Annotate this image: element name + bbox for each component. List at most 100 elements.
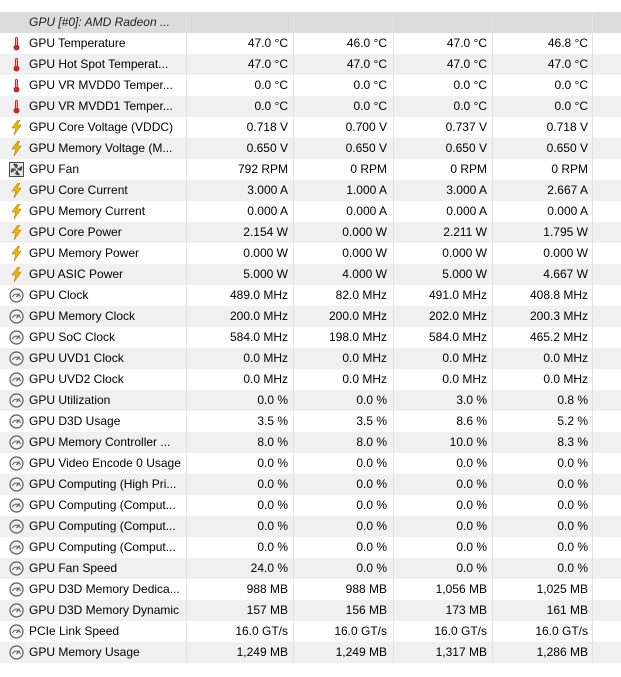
minimum-value: 0.0 °C — [353, 78, 387, 92]
sensor-row[interactable]: GPU Core Power 2.154 W 0.000 W 2.211 W 1.795… — [0, 222, 621, 243]
sensor-row[interactable]: GPU Core Current 3.000 A 1.000 A 3.000 A 2.6… — [0, 180, 621, 201]
average-value: 0.718 V — [546, 120, 588, 134]
minimum-value: 47.0 °C — [346, 57, 387, 71]
thermometer-icon — [9, 57, 24, 72]
column-separator — [186, 12, 187, 663]
sensor-row[interactable]: GPU Memory Clock 200.0 MHz 200.0 MHz 202.0 … — [0, 306, 621, 327]
minimum-value: 0.0 % — [356, 456, 387, 470]
current-value: 0.0 °C — [254, 99, 288, 113]
average-value: 0.0 % — [557, 561, 588, 575]
sensor-label: GPU D3D Memory Dynamic — [29, 603, 180, 617]
thermometer-icon — [9, 78, 24, 93]
sensor-row[interactable]: GPU Memory Controller ... 8.0 % 8.0 % 10.0 … — [0, 432, 621, 453]
fan-icon — [9, 162, 24, 177]
group-header-row[interactable]: GPU [#0]: AMD Radeon ... — [0, 12, 621, 33]
maximum-value: 3.000 A — [446, 183, 487, 197]
maximum-value: 0.0 % — [456, 540, 487, 554]
maximum-value: 0.0 % — [456, 498, 487, 512]
sensor-row[interactable]: GPU Memory Power 0.000 W 0.000 W 0.000 W 0.0… — [0, 243, 621, 264]
sensor-label: GPU Hot Spot Temperat... — [29, 57, 169, 71]
sensor-row[interactable]: GPU Computing (Comput... 0.0 % 0.0 % 0.0 % 0… — [0, 495, 621, 516]
minimum-value: 988 MB — [345, 582, 387, 596]
sensor-row[interactable]: GPU D3D Memory Dynamic 157 MB 156 MB 173 MB… — [0, 600, 621, 621]
sensor-row[interactable]: GPU D3D Usage 3.5 % 3.5 % 8.6 % 5.2 % — [0, 411, 621, 432]
minimum-value: 0.0 % — [356, 561, 387, 575]
sensor-row[interactable]: GPU UVD1 Clock 0.0 MHz 0.0 MHz 0.0 MHz 0.0 M… — [0, 348, 621, 369]
minimum-value: 16.0 GT/s — [334, 624, 387, 638]
sensor-row[interactable]: GPU D3D Memory Dedica... 988 MB 988 MB 1,05… — [0, 579, 621, 600]
gauge-icon — [9, 477, 24, 492]
sensor-row[interactable]: GPU Computing (Comput... 0.0 % 0.0 % 0.0 % 0… — [0, 537, 621, 558]
current-value: 0.0 % — [257, 477, 288, 491]
sensor-row[interactable]: GPU Computing (Comput... 0.0 % 0.0 % 0.0 % 0… — [0, 516, 621, 537]
maximum-value: 584.0 MHz — [428, 330, 487, 344]
average-value: 0.0 °C — [554, 78, 588, 92]
minimum-value: 3.5 % — [356, 414, 387, 428]
maximum-value: 0.0 % — [456, 519, 487, 533]
sensor-label: GPU Computing (Comput... — [29, 519, 176, 533]
sensor-row[interactable]: GPU Utilization 0.0 % 0.0 % 3.0 % 0.8 % — [0, 390, 621, 411]
sensor-row[interactable]: GPU Hot Spot Temperat... 47.0 °C 47.0 °C 47… — [0, 54, 621, 75]
average-value: 161 MB — [546, 603, 588, 617]
gauge-icon — [9, 414, 24, 429]
sensor-row[interactable]: PCIe Link Speed 16.0 GT/s 16.0 GT/s 16.0 GT… — [0, 621, 621, 642]
sensor-row[interactable]: GPU Temperature 47.0 °C 46.0 °C 47.0 °C 46.8… — [0, 33, 621, 54]
column-separator — [393, 12, 394, 663]
lightning-icon — [9, 204, 24, 219]
sensor-row[interactable]: GPU UVD2 Clock 0.0 MHz 0.0 MHz 0.0 MHz 0.0 M… — [0, 369, 621, 390]
lightning-icon — [9, 183, 24, 198]
minimum-value: 1.000 A — [346, 183, 387, 197]
sensor-row[interactable]: GPU Video Encode 0 Usage 0.0 % 0.0 % 0.0 % 0… — [0, 453, 621, 474]
average-value: 0.0 % — [557, 456, 588, 470]
minimum-value: 0.0 % — [356, 498, 387, 512]
gauge-icon — [9, 288, 24, 303]
current-value: 0.000 W — [243, 246, 288, 260]
minimum-value: 0.0 MHz — [342, 372, 387, 386]
lightning-icon — [9, 246, 24, 261]
sensor-row[interactable]: GPU Memory Voltage (M... 0.650 V 0.650 V 0.… — [0, 138, 621, 159]
column-separator — [492, 12, 493, 663]
current-value: 8.0 % — [257, 435, 288, 449]
average-value: 0.0 MHz — [543, 372, 588, 386]
gauge-icon — [9, 435, 24, 450]
sensor-label: GPU Video Encode 0 Usage — [29, 456, 181, 470]
average-value: 0.0 % — [557, 498, 588, 512]
gauge-icon — [9, 519, 24, 534]
current-value: 0.0 % — [257, 456, 288, 470]
sensor-row[interactable]: GPU Memory Current 0.000 A 0.000 A 0.000 A 0… — [0, 201, 621, 222]
sensor-label: GPU ASIC Power — [29, 267, 124, 281]
sensor-row[interactable]: GPU Clock 489.0 MHz 82.0 MHz 491.0 MHz 408.8… — [0, 285, 621, 306]
maximum-value: 0.0 °C — [453, 78, 487, 92]
sensor-label: GPU Core Current — [29, 183, 128, 197]
sensor-row[interactable]: GPU ASIC Power 5.000 W 4.000 W 5.000 W 4.667… — [0, 264, 621, 285]
sensor-row[interactable]: GPU Fan 792 RPM 0 RPM 0 RPM 0 RPM — [0, 159, 621, 180]
sensor-label: GPU Fan Speed — [29, 561, 118, 575]
minimum-value: 0.0 % — [356, 393, 387, 407]
current-value: 5.000 W — [243, 267, 288, 281]
sensor-row[interactable]: GPU Computing (High Pri... 0.0 % 0.0 % 0.0 … — [0, 474, 621, 495]
sensor-label: GPU Fan — [29, 162, 80, 176]
current-value: 200.0 MHz — [229, 309, 288, 323]
sensor-row[interactable]: GPU VR MVDD1 Temper... 0.0 °C 0.0 °C 0.0 °C… — [0, 96, 621, 117]
average-value: 8.3 % — [557, 435, 588, 449]
sensor-row[interactable]: GPU VR MVDD0 Temper... 0.0 °C 0.0 °C 0.0 °C… — [0, 75, 621, 96]
sensor-row[interactable]: GPU SoC Clock 584.0 MHz 198.0 MHz 584.0 MHz… — [0, 327, 621, 348]
sensor-row[interactable]: GPU Fan Speed 24.0 % 0.0 % 0.0 % 0.0 % — [0, 558, 621, 579]
maximum-value: 0.000 A — [446, 204, 487, 218]
current-value: 1,249 MB — [236, 645, 288, 659]
average-value: 0.0 % — [557, 540, 588, 554]
maximum-value: 16.0 GT/s — [434, 624, 487, 638]
current-value: 489.0 MHz — [229, 288, 288, 302]
sensor-label: GPU Utilization — [29, 393, 111, 407]
sensor-label: GPU D3D Memory Dedica... — [29, 582, 180, 596]
average-value: 0.000 A — [547, 204, 588, 218]
minimum-value: 156 MB — [345, 603, 387, 617]
sensor-row[interactable]: GPU Memory Usage 1,249 MB 1,249 MB 1,317 MB… — [0, 642, 621, 663]
maximum-value: 0.0 % — [456, 477, 487, 491]
sensor-label: GPU SoC Clock — [29, 330, 116, 344]
sensor-label: GPU Computing (Comput... — [29, 498, 176, 512]
lightning-icon — [9, 225, 24, 240]
minimum-value: 0.650 V — [345, 141, 387, 155]
sensor-row[interactable]: GPU Core Voltage (VDDC) 0.718 V 0.700 V 0.7… — [0, 117, 621, 138]
current-value: 584.0 MHz — [229, 330, 288, 344]
